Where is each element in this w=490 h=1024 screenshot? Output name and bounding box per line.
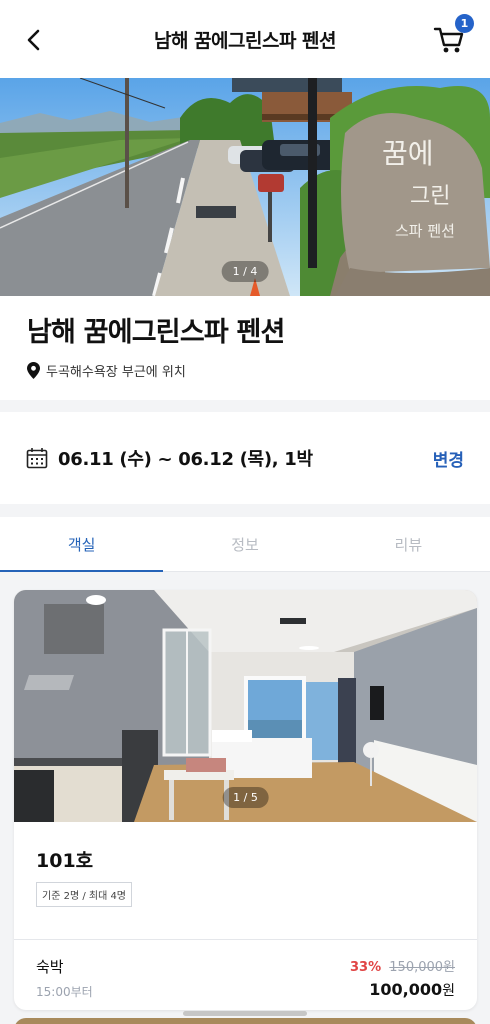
back-button[interactable] xyxy=(18,24,50,56)
discount-rate: 33% xyxy=(350,960,382,975)
tab-reviews[interactable]: 리뷰 xyxy=(327,517,490,571)
hero-photo[interactable]: 꿈에 그린 스파 펜션 1 / 4 xyxy=(0,78,490,296)
price-info: 33% 150,000원 100,000원 xyxy=(350,956,455,1000)
final-price: 100,000원 xyxy=(350,980,455,1000)
property-name: 남해 꿈에그린스파 펜션 xyxy=(27,317,285,348)
sign-line-3: 스파 펜션 xyxy=(395,222,455,240)
checkin-time: 15:00부터 xyxy=(36,985,93,999)
change-dates-button[interactable]: 변경 xyxy=(433,446,464,471)
rate-type: 숙박 xyxy=(36,958,64,976)
location-text: 두곡해수욕장 부근에 위치 xyxy=(46,365,186,380)
final-price-currency: 원 xyxy=(442,983,455,999)
top-bar: 남해 꿈에그린스파 펜션 1 xyxy=(0,0,490,78)
section-tabs: 객실 정보 리뷰 xyxy=(0,517,490,572)
room-photo[interactable]: 1 / 5 xyxy=(14,590,477,822)
rate-info: 숙박 15:00부터 xyxy=(36,956,93,1000)
price-discount-row: 33% 150,000원 xyxy=(350,956,455,975)
final-price-amount: 100,000 xyxy=(369,980,443,999)
room-photo-counter: 1 / 5 xyxy=(222,787,269,808)
room-card[interactable]: 1 / 5 101호 기준 2명 / 최대 4명 숙박 15:00부터 33% … xyxy=(14,590,477,1010)
room-info: 101호 기준 2명 / 최대 4명 xyxy=(14,822,477,907)
next-room-card-peek[interactable] xyxy=(14,1018,477,1024)
room-name: 101호 xyxy=(36,850,94,872)
sign-line-1: 꿈에 xyxy=(382,137,434,170)
photo-counter: 1 / 4 xyxy=(221,261,269,282)
original-price: 150,000원 xyxy=(389,960,455,975)
scroll-indicator xyxy=(183,1011,307,1016)
chevron-left-icon xyxy=(27,29,40,51)
capacity-badge: 기준 2명 / 최대 4명 xyxy=(36,882,133,907)
tab-rooms[interactable]: 객실 xyxy=(0,517,164,572)
sign-line-2: 그린 xyxy=(410,184,450,209)
cart-button[interactable]: 1 xyxy=(432,14,474,56)
cart-count-badge: 1 xyxy=(455,14,474,33)
tab-info[interactable]: 정보 xyxy=(163,517,326,571)
calendar-icon xyxy=(26,448,48,469)
property-info: 남해 꿈에그린스파 펜션 두곡해수욕장 부근에 위치 xyxy=(0,296,490,400)
page: { "header": { "title": "남해 꿈에그린스파 펜션", "… xyxy=(0,0,490,1024)
stay-dates: 06.11 (수) ~ 06.12 (목), 1박 xyxy=(58,449,313,470)
location-row: 두곡해수욕장 부근에 위치 xyxy=(27,361,463,380)
location-pin-icon xyxy=(27,362,40,379)
page-title: 남해 꿈에그린스파 펜션 xyxy=(153,29,337,52)
date-selector: 06.11 (수) ~ 06.12 (목), 1박 변경 xyxy=(0,412,490,504)
rate-row[interactable]: 숙박 15:00부터 33% 150,000원 100,000원 xyxy=(14,940,477,1000)
